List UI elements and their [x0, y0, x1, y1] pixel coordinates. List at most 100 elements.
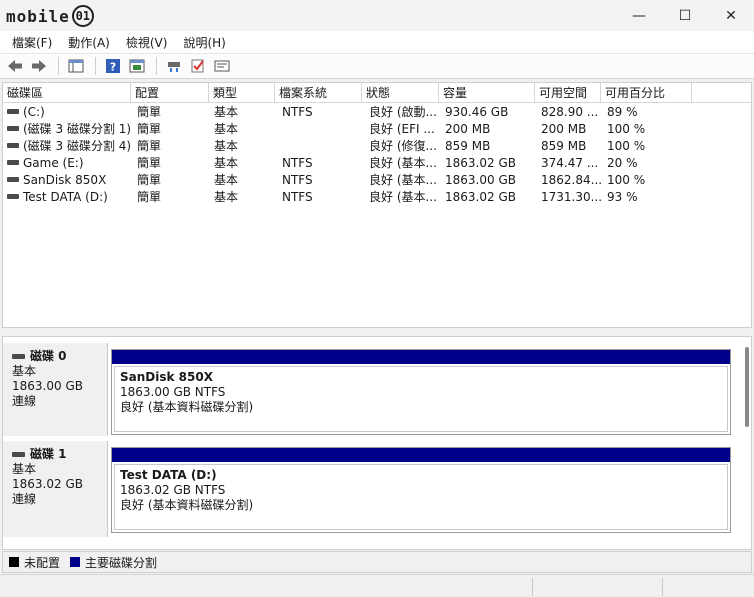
cell-status: 良好 (修復... — [369, 139, 437, 153]
partition-name: Test DATA (D:) — [120, 468, 217, 482]
col-capacity[interactable]: 容量 — [439, 83, 535, 103]
cell-free-space: 1862.84... — [541, 173, 601, 187]
cell-type: 基本 — [214, 122, 239, 136]
pane-splitter[interactable] — [0, 329, 754, 336]
partition-color-bar — [112, 448, 730, 462]
cell-filesystem — [282, 121, 362, 138]
close-button[interactable]: ✕ — [708, 0, 754, 31]
vertical-scrollbar[interactable] — [745, 347, 749, 427]
cell-capacity: 200 MB — [445, 122, 491, 136]
table-row[interactable]: Game (E:) 簡單 基本 NTFS 良好 (基本... 1863.02 G… — [3, 155, 751, 172]
menu-file[interactable]: 檔案(F) — [4, 34, 60, 51]
cell-capacity: 859 MB — [445, 139, 491, 153]
volume-icon — [7, 109, 19, 114]
console-tree-icon[interactable] — [65, 56, 87, 76]
disk-icon — [12, 452, 25, 457]
disk-size: 1863.00 GB — [12, 379, 83, 393]
arrow-left-icon[interactable] — [4, 56, 26, 76]
disk-label[interactable]: 磁碟 0 基本 1863.00 GB 連線 — [3, 343, 108, 436]
cell-free-space: 859 MB — [541, 139, 587, 153]
maximize-button[interactable]: ☐ — [662, 0, 708, 31]
col-free-space[interactable]: 可用空間 — [535, 83, 601, 103]
cell-free-percent: 100 % — [607, 173, 646, 187]
disk-size: 1863.02 GB — [12, 477, 83, 491]
cell-free-space: 1731.30... — [541, 190, 601, 204]
menu-bar: 檔案(F) 動作(A) 檢視(V) 說明(H) — [0, 31, 754, 53]
cell-layout: 簡單 — [137, 173, 162, 187]
disk-title: 磁碟 0 — [12, 349, 107, 364]
table-row[interactable]: (磁碟 3 磁碟分割 1) 簡單 基本 良好 (EFI ... 200 MB 2… — [3, 121, 751, 138]
toolbar-separator — [156, 57, 157, 75]
col-free-percent[interactable]: 可用百分比 — [601, 83, 692, 103]
cell-status: 良好 (基本... — [369, 156, 437, 170]
cell-volume: Test DATA (D:) — [7, 189, 131, 206]
cell-type: 基本 — [214, 190, 239, 204]
cell-status: 良好 (基本... — [369, 190, 437, 204]
partition-block[interactable]: Test DATA (D:) 1863.02 GB NTFS 良好 (基本資料磁… — [111, 447, 731, 533]
cell-capacity: 1863.02 GB — [445, 190, 516, 204]
disk-name: 磁碟 0 — [30, 349, 67, 363]
col-status[interactable]: 狀態 — [362, 83, 439, 103]
table-row[interactable]: SanDisk 850X 簡單 基本 NTFS 良好 (基本... 1863.0… — [3, 172, 751, 189]
table-row[interactable]: (C:) 簡單 基本 NTFS 良好 (啟動... 930.46 GB 828.… — [3, 104, 751, 121]
disk-icon — [12, 354, 25, 359]
col-type[interactable]: 類型 — [209, 83, 275, 103]
arrow-right-icon[interactable] — [28, 56, 50, 76]
cell-free-percent: 93 % — [607, 190, 638, 204]
disk-type: 基本 — [12, 364, 37, 378]
cell-status: 良好 (基本... — [369, 173, 437, 187]
cell-filesystem: NTFS — [282, 173, 313, 187]
check-icon[interactable] — [187, 56, 209, 76]
cell-free-percent: 100 % — [607, 139, 646, 153]
partition-block[interactable]: SanDisk 850X 1863.00 GB NTFS 良好 (基本資料磁碟分… — [111, 349, 731, 435]
cell-layout: 簡單 — [137, 105, 162, 119]
partition-name: SanDisk 850X — [120, 370, 213, 384]
disk-status: 連線 — [12, 394, 37, 408]
disk-name: 磁碟 1 — [30, 447, 67, 461]
title-bar: mobile 01 — ☐ ✕ — [0, 0, 754, 31]
menu-action[interactable]: 動作(A) — [60, 34, 118, 51]
cell-volume: (C:) — [7, 104, 131, 121]
menu-view[interactable]: 檢視(V) — [118, 34, 176, 51]
volume-list: 磁碟區 配置 類型 檔案系統 狀態 容量 可用空間 可用百分比 (C:) 簡單 … — [2, 82, 752, 328]
disk-type: 基本 — [12, 462, 37, 476]
col-filesystem[interactable]: 檔案系統 — [275, 83, 362, 103]
disk-title: 磁碟 1 — [12, 447, 107, 462]
disk-graphic-view: 磁碟 0 基本 1863.00 GB 連線 SanDisk 850X 1863.… — [2, 336, 752, 550]
cell-volume: (磁碟 3 磁碟分割 4) — [7, 138, 131, 155]
svg-text:?: ? — [110, 61, 116, 74]
volume-icon — [7, 143, 19, 148]
settings-icon[interactable] — [211, 56, 233, 76]
disk-row: 磁碟 0 基本 1863.00 GB 連線 SanDisk 850X 1863.… — [3, 343, 739, 436]
table-row[interactable]: (磁碟 3 磁碟分割 4) 簡單 基本 良好 (修復... 859 MB 859… — [3, 138, 751, 155]
status-cell — [532, 578, 662, 596]
disk-label[interactable]: 磁碟 1 基本 1863.02 GB 連線 — [3, 441, 108, 537]
cell-free-percent: 100 % — [607, 122, 646, 136]
col-volume[interactable]: 磁碟區 — [3, 83, 131, 103]
cell-capacity: 930.46 GB — [445, 105, 509, 119]
legend: 未配置 主要磁碟分割 — [2, 551, 752, 573]
menu-help[interactable]: 說明(H) — [175, 34, 233, 51]
volume-icon — [7, 160, 19, 165]
help-icon[interactable]: ? — [102, 56, 124, 76]
partition-body: Test DATA (D:) 1863.02 GB NTFS 良好 (基本資料磁… — [114, 464, 728, 530]
disk-status: 連線 — [12, 492, 37, 506]
properties-icon[interactable] — [126, 56, 148, 76]
volume-icon — [7, 194, 19, 199]
table-row[interactable]: Test DATA (D:) 簡單 基本 NTFS 良好 (基本... 1863… — [3, 189, 751, 206]
cell-free-space: 200 MB — [541, 122, 587, 136]
legend-primary: 主要磁碟分割 — [70, 554, 157, 571]
cell-filesystem: NTFS — [282, 190, 313, 204]
table-header: 磁碟區 配置 類型 檔案系統 狀態 容量 可用空間 可用百分比 — [3, 83, 751, 103]
status-bar — [0, 574, 754, 597]
legend-unallocated: 未配置 — [9, 554, 60, 571]
cell-filesystem: NTFS — [282, 105, 313, 119]
legend-primary-label: 主要磁碟分割 — [85, 555, 158, 570]
connect-disk-icon[interactable] — [163, 56, 185, 76]
col-layout[interactable]: 配置 — [131, 83, 209, 103]
logo-text: mobile — [6, 6, 70, 26]
swatch-primary — [70, 557, 81, 567]
cell-filesystem: NTFS — [282, 156, 313, 170]
partition-body: SanDisk 850X 1863.00 GB NTFS 良好 (基本資料磁碟分… — [114, 366, 728, 432]
minimize-button[interactable]: — — [616, 0, 662, 31]
